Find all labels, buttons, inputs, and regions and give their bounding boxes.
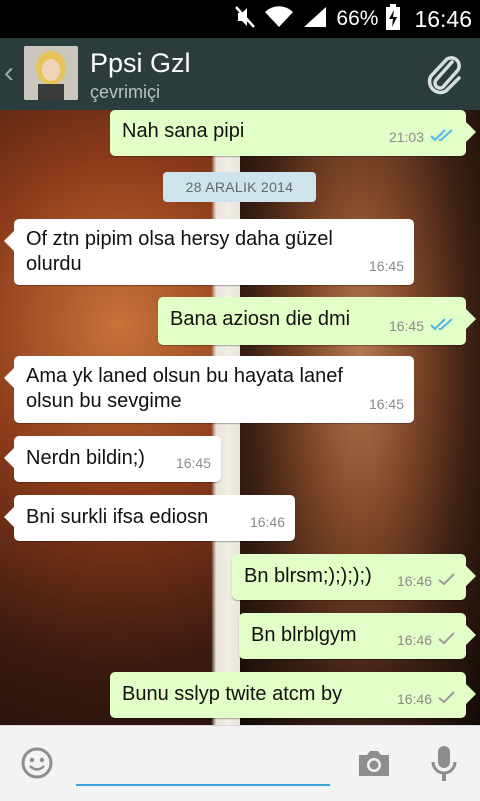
date-separator: 28 ARALIK 2014 [163, 172, 316, 202]
status-bar: 66% 16:46 [0, 0, 480, 38]
message-time: 16:45 [368, 258, 404, 274]
message-input[interactable] [76, 750, 330, 786]
message-bubble-outgoing[interactable]: Bn blrblgym 16:46 [239, 613, 476, 659]
double-check-icon [430, 125, 456, 150]
contact-status: çevrimiçi [90, 82, 160, 102]
message-time: 16:45 [388, 318, 424, 334]
mute-icon [234, 5, 256, 34]
battery-percent: 66% [336, 7, 379, 30]
signal-icon [302, 5, 328, 34]
microphone-icon[interactable] [430, 744, 458, 787]
wifi-icon [264, 5, 294, 34]
battery-icon [386, 3, 401, 35]
message-bubble-incoming[interactable]: Nerdn bildin;) 16:45 [4, 436, 221, 482]
smiley-icon[interactable] [20, 746, 54, 785]
message-bubble-incoming[interactable]: Bni surkli ifsa ediosn 16:46 [4, 495, 295, 541]
check-icon [438, 628, 456, 653]
double-check-icon [430, 314, 456, 339]
message-bubble-outgoing[interactable]: Bana aziosn die dmi 16:45 [158, 297, 476, 345]
message-bubble-outgoing[interactable]: Bn blrsm;);););) 16:46 [232, 554, 476, 600]
chevron-left-icon[interactable]: ‹ [4, 56, 14, 90]
avatar[interactable] [24, 46, 78, 100]
camera-icon[interactable] [356, 748, 392, 783]
message-time: 16:46 [396, 691, 432, 707]
message-time: 16:45 [368, 396, 404, 412]
message-text: Ama yk laned olsun bu hayata lanef olsun… [26, 365, 343, 412]
contact-name[interactable]: Ppsi Gzl [90, 48, 191, 79]
message-time: 16:46 [396, 573, 432, 589]
message-bubble-outgoing[interactable]: Bunu sslyp twite atcm by 16:46 [110, 672, 476, 718]
message-time: 16:46 [249, 514, 285, 530]
paperclip-icon[interactable] [422, 52, 466, 101]
chat-header: ‹ Ppsi Gzl çevrimiçi [0, 38, 480, 110]
message-time: 16:45 [175, 455, 211, 471]
message-text: Of ztn pipim olsa hersy daha güzel olurd… [26, 228, 333, 275]
message-time: 16:46 [396, 632, 432, 648]
clock: 16:46 [414, 5, 472, 32]
message-bubble-outgoing[interactable]: Nah sana pipi 21:03 [110, 110, 476, 156]
message-bubble-incoming[interactable]: Of ztn pipim olsa hersy daha güzel olurd… [4, 219, 414, 285]
check-icon [438, 569, 456, 594]
check-icon [438, 687, 456, 712]
message-bubble-incoming[interactable]: Ama yk laned olsun bu hayata lanef olsun… [4, 356, 414, 423]
message-time: 21:03 [388, 129, 424, 145]
message-input-bar [0, 725, 480, 801]
